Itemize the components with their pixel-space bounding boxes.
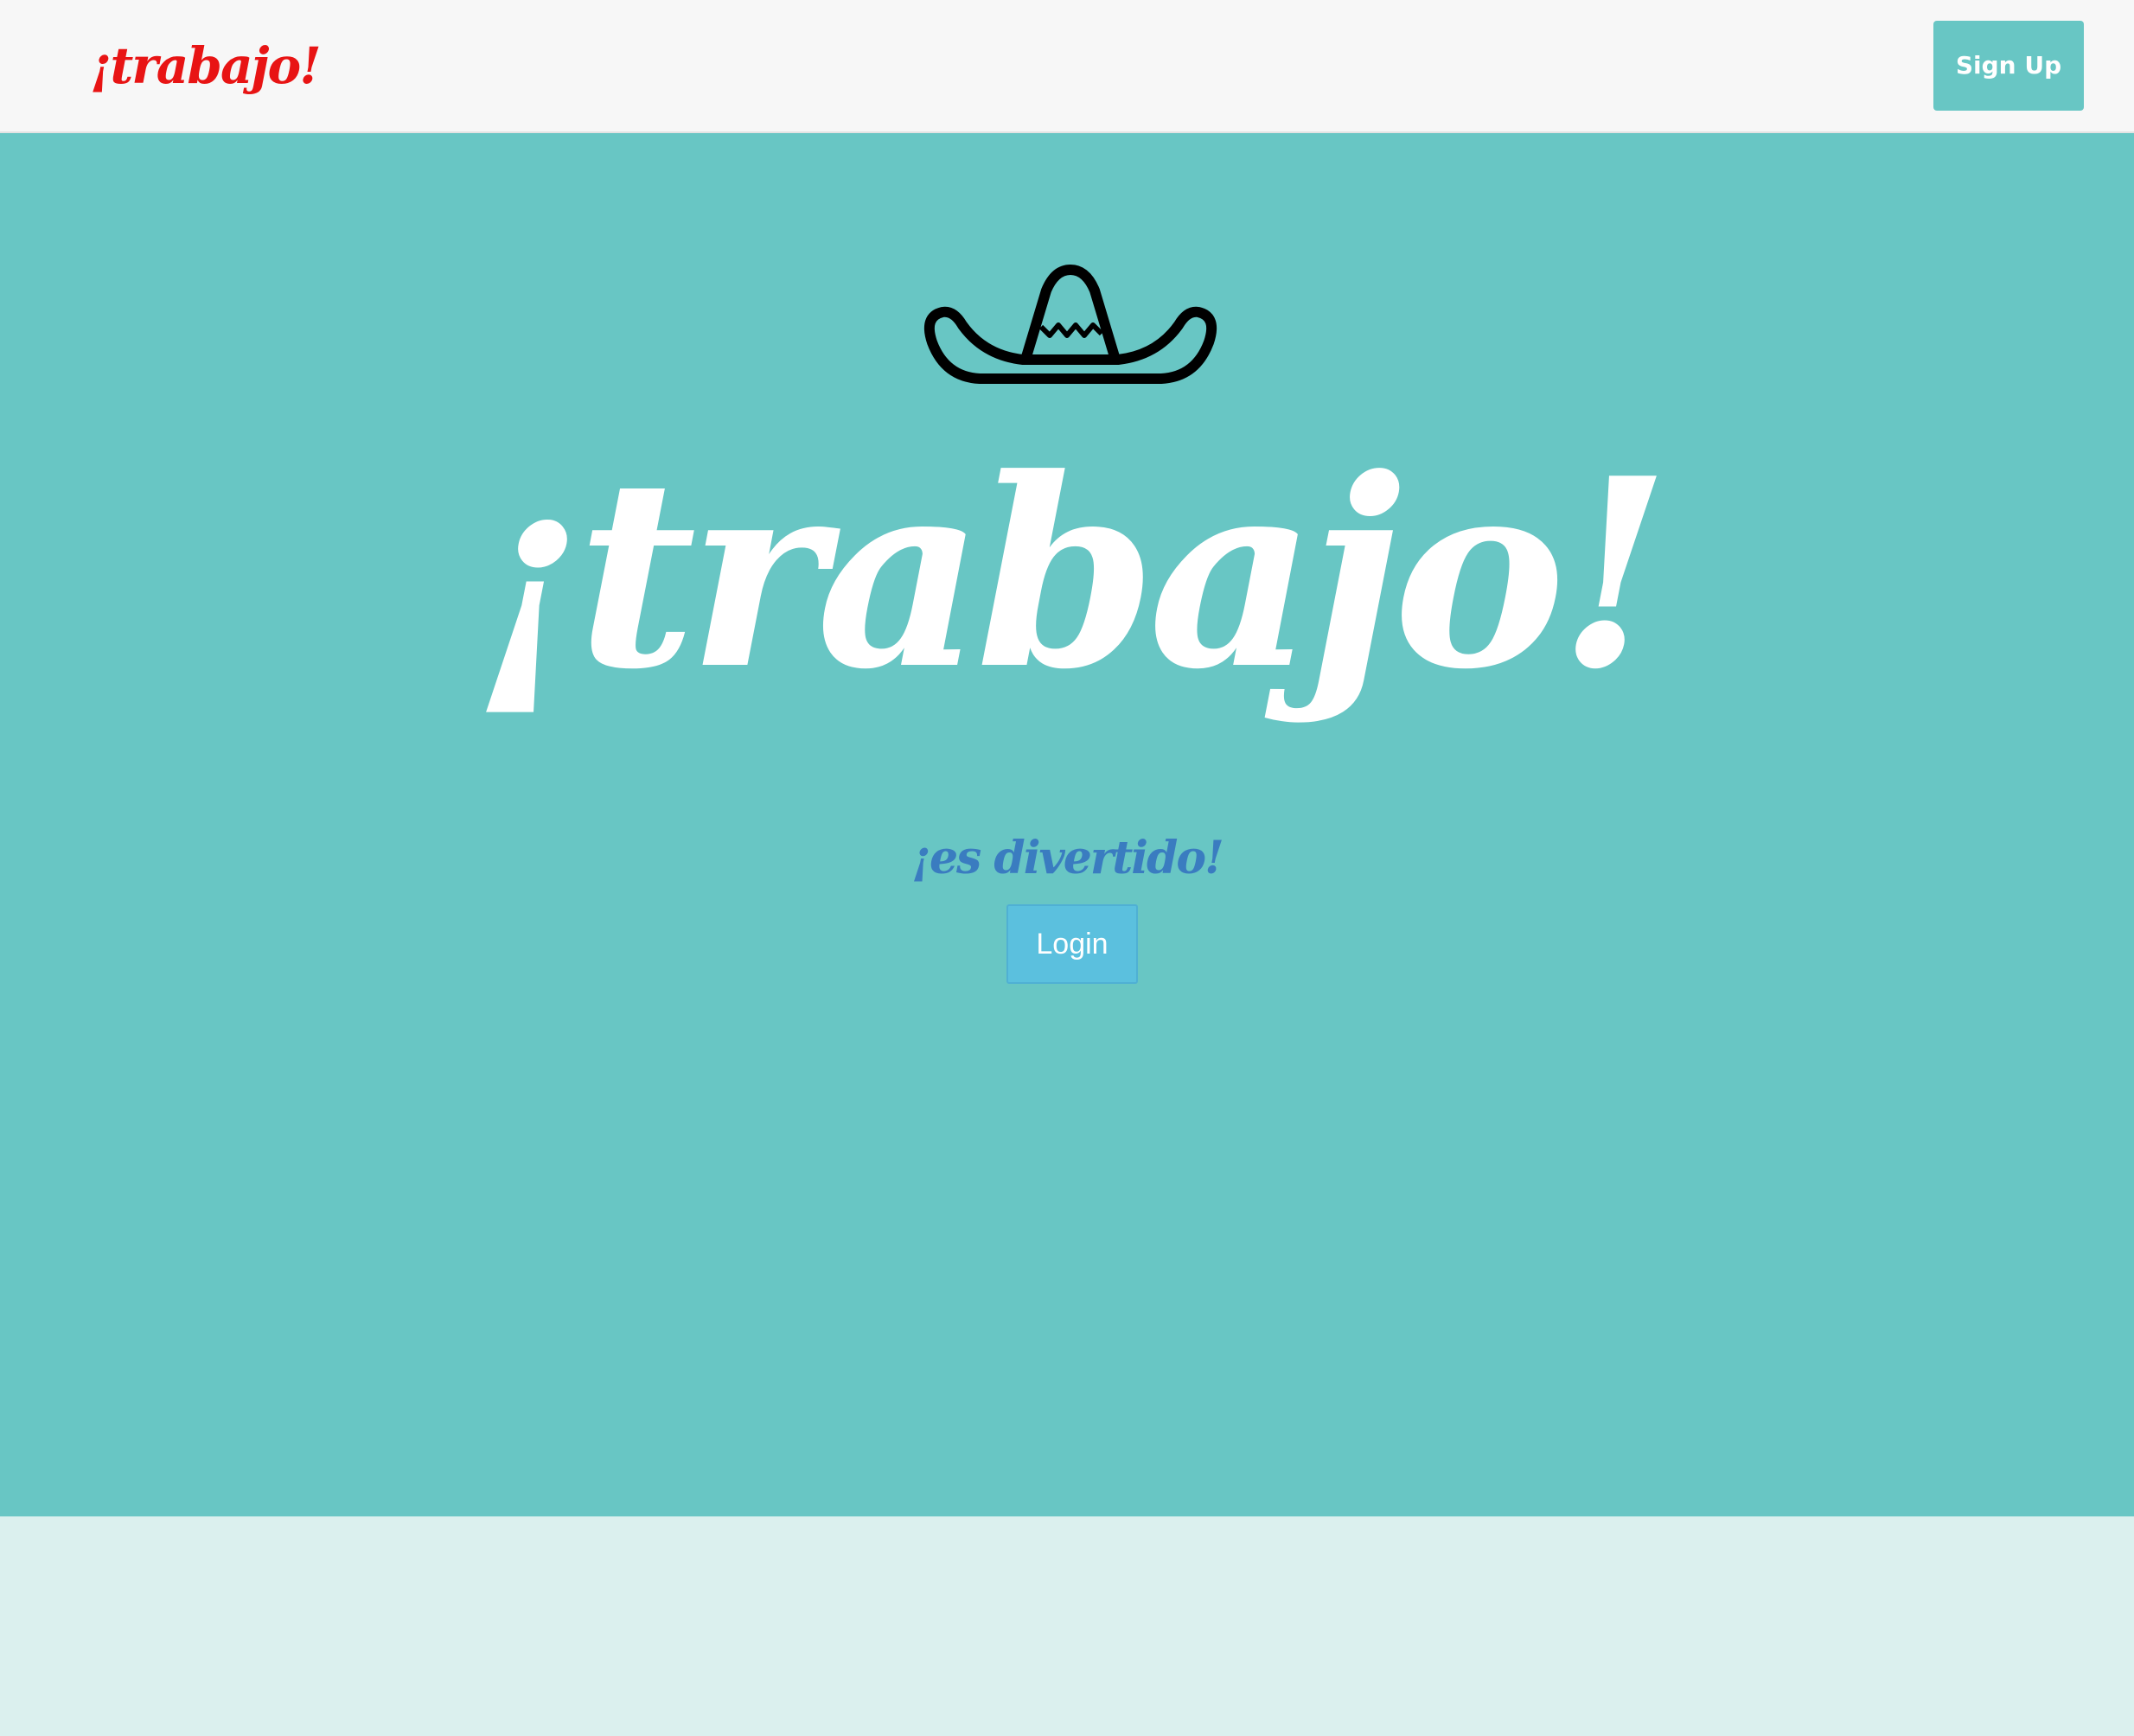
navbar: ¡trabajo! Sign Up [0,0,2134,133]
hero-title: ¡trabajo! [471,421,1671,726]
footer-band [0,1516,2134,1736]
hero-tagline: ¡es divertido! [911,832,1224,884]
login-button[interactable]: Login [1006,904,1138,984]
signup-button[interactable]: Sign Up [1933,21,2084,111]
brand-logo-link[interactable]: ¡trabajo! [90,22,322,109]
hero-section: ¡trabajo! ¡es divertido! Login [0,133,2134,1516]
sombrero-icon [924,265,1217,384]
